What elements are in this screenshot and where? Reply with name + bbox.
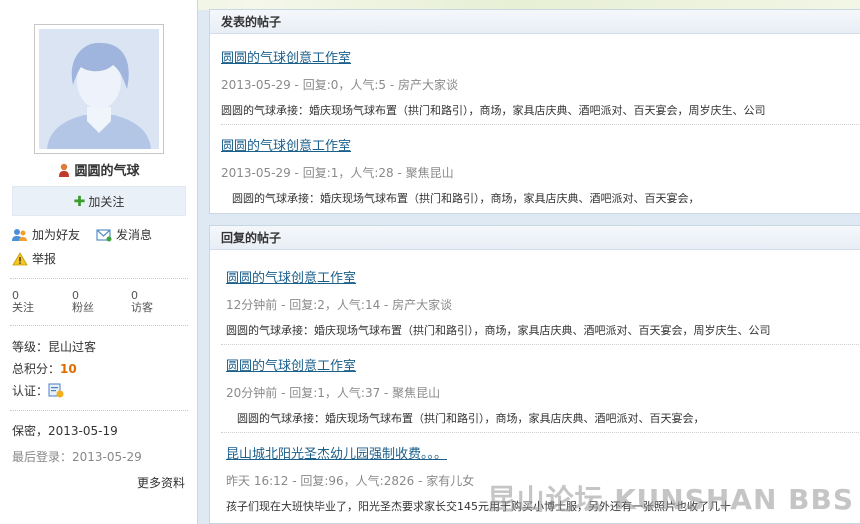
thread-title-link[interactable]: 圆圆的气球创意工作室 xyxy=(221,47,351,66)
stat-label: 粉丝 xyxy=(72,301,94,314)
confidential-row: 保密，2013-05-19 xyxy=(12,424,118,438)
thread-meta: 12分钟前 - 回复:2，人气:14 - 房产大家谈 xyxy=(226,298,453,312)
default-avatar-icon xyxy=(39,29,159,149)
username: 圆圆的气球 xyxy=(0,160,198,179)
thread-excerpt: 圆圆的气球承接：婚庆现场气球布置（拱门和路引），商场，家具店庆典、酒吧派对、百天… xyxy=(221,104,766,117)
divider xyxy=(10,278,188,279)
message-icon xyxy=(96,229,112,242)
divider xyxy=(10,410,188,411)
divider xyxy=(10,325,188,326)
report-label: 举报 xyxy=(32,252,57,266)
add-friend-icon xyxy=(12,229,27,241)
posted-heading: 发表的帖子 xyxy=(210,10,860,34)
list-item: 圆圆的气球创意工作室 2013-05-29 - 回复:1，人气:28 - 聚焦昆… xyxy=(221,135,851,206)
divider xyxy=(221,344,859,345)
thread-meta: 20分钟前 - 回复:1，人气:37 - 聚焦昆山 xyxy=(226,386,441,400)
avatar[interactable] xyxy=(34,24,164,154)
points-label: 总积分： xyxy=(12,362,61,376)
posted-threads-panel: 发表的帖子 圆圆的气球创意工作室 2013-05-29 - 回复:0，人气:5 … xyxy=(209,9,860,214)
thread-title-link[interactable]: 圆圆的气球创意工作室 xyxy=(226,355,356,374)
list-item: 圆圆的气球创意工作室 2013-05-29 - 回复:0，人气:5 - 房产大家… xyxy=(221,47,851,118)
list-item: 圆圆的气球创意工作室 20分钟前 - 回复:1，人气:37 - 聚焦昆山 圆圆的… xyxy=(226,355,856,426)
stat-following[interactable]: 0 关注 xyxy=(12,290,62,314)
stat-label: 访客 xyxy=(131,301,153,314)
divider xyxy=(221,124,859,125)
thread-title-link[interactable]: 昆山城北阳光圣杰幼儿园强制收费。。。 xyxy=(226,443,447,462)
plus-icon: ✚ xyxy=(73,194,86,210)
add-friend-button[interactable]: 加为好友 xyxy=(12,226,80,243)
level-row: 等级：昆山过客 xyxy=(12,338,96,355)
more-info-link[interactable]: 更多资料 xyxy=(137,474,185,491)
stat-visitors[interactable]: 0 访客 xyxy=(131,290,181,314)
profile-sidebar: 圆圆的气球 ✚ 加关注 加为好友 发消息 举报 0 关注 0 粉丝 0 访客 等… xyxy=(0,0,198,524)
thread-excerpt: 圆圆的气球承接：婚庆现场气球布置（拱门和路引），商场，家具店庆典、酒吧派对、百天… xyxy=(226,412,705,425)
points-row: 总积分：10 xyxy=(12,360,77,377)
follow-label: 加关注 xyxy=(88,195,125,209)
list-item: 圆圆的气球创意工作室 12分钟前 - 回复:2，人气:14 - 房产大家谈 圆圆… xyxy=(226,267,856,338)
divider xyxy=(221,432,859,433)
thread-excerpt: 圆圆的气球承接：婚庆现场气球布置（拱门和路引），商场，家具店庆典、酒吧派对、百天… xyxy=(221,192,700,205)
username-text: 圆圆的气球 xyxy=(74,164,140,179)
verify-icon[interactable] xyxy=(48,382,64,398)
stat-fans[interactable]: 0 粉丝 xyxy=(72,290,122,314)
points-value: 10 xyxy=(60,362,77,376)
verify-label: 认证： xyxy=(12,384,49,398)
thread-excerpt: 圆圆的气球承接：婚庆现场气球布置（拱门和路引），商场，家具店庆典、酒吧派对、百天… xyxy=(226,324,771,337)
thread-title-link[interactable]: 圆圆的气球创意工作室 xyxy=(221,135,351,154)
level-value: 昆山过客 xyxy=(48,340,97,354)
thread-meta: 2013-05-29 - 回复:0，人气:5 - 房产大家谈 xyxy=(221,78,459,92)
message-label: 发消息 xyxy=(116,228,153,242)
verify-row: 认证： xyxy=(12,382,64,399)
level-label: 等级： xyxy=(12,340,49,354)
thread-title-link[interactable]: 圆圆的气球创意工作室 xyxy=(226,267,356,286)
user-icon xyxy=(59,163,70,177)
thread-meta: 2013-05-29 - 回复:1，人气:28 - 聚焦昆山 xyxy=(221,166,454,180)
last-login-row: 最后登录：2013-05-29 xyxy=(12,450,142,464)
site-watermark: 昆山论坛 KUNSHAN BBS xyxy=(487,483,854,516)
add-friend-label: 加为好友 xyxy=(32,228,81,242)
replied-heading: 回复的帖子 xyxy=(210,226,860,250)
send-message-button[interactable]: 发消息 xyxy=(96,226,152,243)
stat-label: 关注 xyxy=(12,301,34,314)
report-button[interactable]: 举报 xyxy=(12,250,56,267)
warning-icon xyxy=(12,252,28,266)
follow-button[interactable]: ✚ 加关注 xyxy=(12,186,186,216)
